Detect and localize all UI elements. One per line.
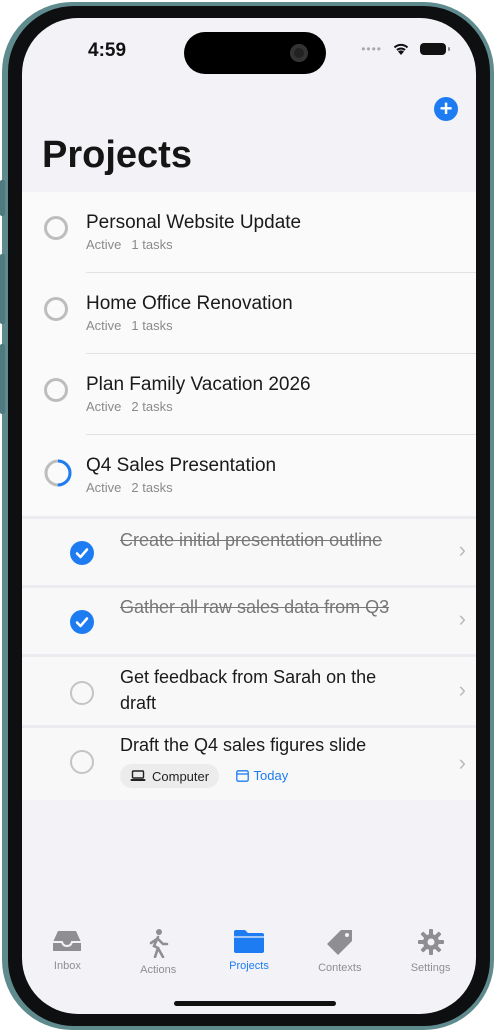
- context-label: Computer: [152, 768, 210, 784]
- project-name: Personal Website Update: [86, 212, 302, 233]
- task-row[interactable]: Get feedback from Sarah on the draft ›: [22, 654, 476, 725]
- project-task-count: 1 tasks: [131, 318, 173, 333]
- tab-contexts[interactable]: Contexts: [295, 918, 385, 1014]
- project-row-expanded[interactable]: Q4 Sales Presentation Active 2 tasks: [22, 435, 476, 516]
- volume-up-button: [0, 254, 5, 324]
- due-date: Today: [235, 768, 289, 783]
- status-icons: ••••: [361, 42, 450, 56]
- screen: 4:59 •••• + Projects Personal Website Up…: [22, 18, 476, 1014]
- walking-person-icon: [149, 929, 169, 958]
- checkbox-circle-icon[interactable]: [70, 681, 94, 705]
- add-project-button[interactable]: +: [434, 97, 458, 121]
- home-indicator: [174, 1001, 336, 1006]
- project-status: Active: [86, 399, 122, 414]
- chevron-right-icon: ›: [458, 606, 466, 631]
- project-row[interactable]: Home Office Renovation Active 1 tasks: [22, 273, 476, 354]
- tab-bar: Inbox Actions Projects Contexts Settings: [22, 918, 476, 1014]
- project-meta: Active 1 tasks: [86, 237, 173, 252]
- volume-down-button: [0, 344, 5, 414]
- project-name: Plan Family Vacation 2026: [86, 374, 311, 395]
- due-date-label: Today: [253, 768, 289, 783]
- tab-inbox[interactable]: Inbox: [22, 918, 112, 1014]
- project-row[interactable]: Personal Website Update Active 1 tasks: [22, 192, 476, 273]
- tab-actions[interactable]: Actions: [113, 918, 203, 1014]
- project-name: Q4 Sales Presentation: [86, 455, 277, 476]
- tab-label: Settings: [410, 962, 451, 974]
- tab-projects[interactable]: Projects: [204, 918, 294, 1014]
- page-title: Projects: [42, 134, 192, 176]
- dynamic-island: [184, 32, 326, 74]
- project-status: Active: [86, 318, 122, 333]
- chevron-right-icon: ›: [458, 537, 466, 562]
- project-status: Active: [86, 237, 122, 252]
- project-task-count: 2 tasks: [131, 480, 173, 495]
- project-task-count: 2 tasks: [131, 399, 173, 414]
- context-chip: Computer: [120, 764, 220, 788]
- signal-icon: ••••: [361, 42, 382, 56]
- task-row[interactable]: Gather all raw sales data from Q3 ›: [22, 585, 476, 654]
- project-status: Active: [86, 480, 122, 495]
- task-label: Gather all raw sales data from Q3: [120, 597, 390, 617]
- project-row[interactable]: Plan Family Vacation 2026 Active 2 tasks: [22, 354, 476, 435]
- task-label: Create initial presentation outline: [120, 530, 383, 550]
- task-label: Draft the Q4 sales figures slide: [120, 735, 367, 755]
- tab-label: Projects: [229, 960, 269, 972]
- task-row[interactable]: Create initial presentation outline ›: [22, 516, 476, 585]
- project-progress-ring: [44, 297, 68, 321]
- checkmark-icon[interactable]: [70, 610, 94, 634]
- chevron-right-icon: ›: [458, 750, 466, 775]
- project-task-count: 1 tasks: [131, 237, 173, 252]
- battery-icon: [420, 43, 450, 55]
- status-time: 4:59: [88, 40, 127, 61]
- project-progress-ring: [44, 216, 68, 240]
- camera-icon: [290, 44, 308, 62]
- checkmark-icon[interactable]: [70, 541, 94, 565]
- gear-icon: [417, 929, 444, 955]
- checkbox-circle-icon[interactable]: [70, 750, 94, 774]
- project-name: Home Office Renovation: [86, 293, 293, 314]
- tab-label: Contexts: [318, 962, 362, 974]
- project-meta: Active 2 tasks: [86, 480, 173, 495]
- chevron-right-icon: ›: [458, 677, 466, 702]
- task-row[interactable]: Draft the Q4 sales figures slide Compute…: [22, 725, 476, 800]
- tag-icon: [326, 930, 352, 955]
- project-meta: Active 1 tasks: [86, 318, 173, 333]
- project-list: Personal Website Update Active 1 tasks Ho…: [22, 192, 476, 800]
- wifi-icon: [393, 43, 409, 55]
- tab-label: Inbox: [53, 960, 81, 972]
- action-button: [0, 180, 5, 216]
- calendar-icon: [235, 770, 249, 782]
- laptop-icon: [130, 770, 146, 781]
- project-progress-ring: [44, 459, 72, 487]
- task-label: Get feedback from Sarah on the draft: [120, 667, 377, 713]
- task-tags: Computer Today: [120, 764, 288, 788]
- project-progress-ring: [44, 378, 68, 402]
- inbox-icon: [53, 931, 82, 951]
- project-meta: Active 2 tasks: [86, 399, 173, 414]
- tab-settings[interactable]: Settings: [386, 918, 476, 1014]
- tab-label: Actions: [140, 964, 177, 976]
- folder-icon: [233, 930, 264, 953]
